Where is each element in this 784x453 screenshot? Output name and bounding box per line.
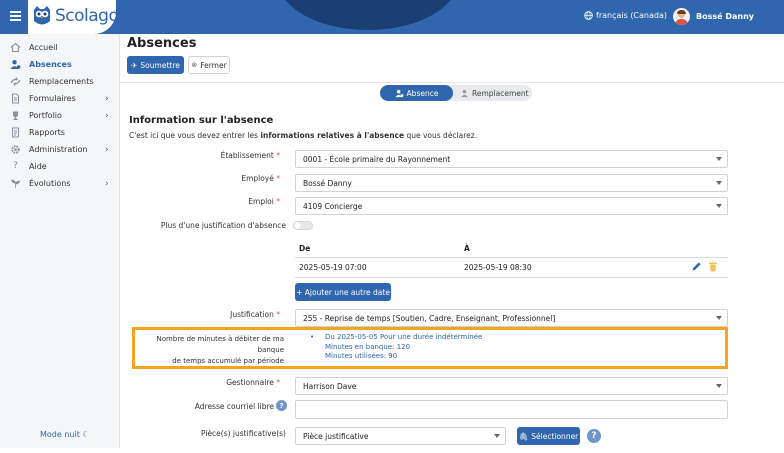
etablissement-label: Établissement * (220, 151, 280, 160)
pencil-icon[interactable] (691, 261, 702, 272)
multi-justification-toggle[interactable] (293, 221, 313, 230)
emploi-select[interactable]: 4109 Concierge (295, 197, 728, 215)
user-name: Bossé Danny (696, 12, 754, 21)
owl-logo-icon (34, 6, 50, 25)
bank-minutes: Minutes en banque: 120 (325, 342, 411, 351)
step-absence[interactable]: Absence (380, 85, 453, 101)
moon-icon: ☾ (82, 430, 90, 439)
paperclip-icon: 🖇 (518, 431, 529, 441)
header-decoration (278, 0, 458, 30)
avatar (673, 8, 690, 25)
pieces-label: Pièce(s) justificative(s) (201, 429, 286, 438)
gestionnaire-select[interactable]: Harrison Dave (295, 377, 728, 395)
trash-icon[interactable] (708, 261, 718, 272)
date-from-value: 2025-05-19 07:00 (299, 263, 367, 272)
justification-label: Justification * (230, 310, 280, 319)
trophy-icon (10, 110, 21, 121)
multi-justification-label: Plus d'une justification d'absence (160, 221, 286, 230)
date-to-header: À (464, 244, 470, 253)
employe-select[interactable]: Bossé Danny (295, 174, 728, 192)
chevron-right-icon: › (105, 110, 109, 121)
chevron-right-icon: › (105, 178, 109, 189)
help-icon[interactable]: ? (587, 429, 601, 443)
bank-label: Nombre de minutes à débiter de ma banque… (156, 335, 284, 365)
user-absence-icon (394, 89, 404, 97)
bank-details: Du 2025-05-05 Pour une durée indéterminé… (325, 333, 482, 362)
step-remplacement[interactable]: Remplacement (460, 85, 530, 101)
logo[interactable]: Scolago (28, 0, 119, 34)
menu-icon[interactable] (10, 11, 21, 21)
sidebar-item-administration[interactable]: Administration › (0, 141, 120, 158)
date-to-value: 2025-05-19 08:30 (464, 263, 532, 272)
caret-down-icon (716, 316, 722, 320)
home-icon (10, 42, 21, 53)
close-button[interactable]: ⊗ Fermer (188, 56, 230, 74)
close-circle-icon: ⊗ (191, 61, 198, 69)
globe-icon (584, 11, 593, 20)
sidebar-item-evolutions[interactable]: Évolutions › (0, 175, 120, 192)
question-icon: ? (13, 161, 18, 171)
page-title: Absences (127, 36, 197, 51)
bank-period: Du 2025-05-05 Pour une durée indéterminé… (325, 333, 483, 341)
bullet: • (310, 333, 315, 341)
gear-icon (10, 144, 21, 155)
caret-down-icon (716, 384, 722, 388)
caret-down-icon (716, 181, 722, 185)
gestionnaire-label: Gestionnaire * (226, 378, 280, 387)
night-mode-toggle[interactable]: Mode nuit ☾ (40, 430, 90, 439)
sidebar: Accueil Absences Remplacements Formulair… (0, 34, 120, 448)
caret-down-icon (716, 204, 722, 208)
justification-select[interactable]: 255 - Reprise de temps [Soutien, Cadre, … (295, 309, 728, 327)
language-selector[interactable]: français (Canada) (584, 11, 667, 20)
sidebar-item-remplacements[interactable]: Remplacements (0, 73, 120, 90)
file-icon (10, 93, 21, 104)
report-icon (10, 127, 21, 138)
sidebar-item-formulaires[interactable]: Formulaires › (0, 90, 120, 107)
sprout-icon (10, 178, 21, 189)
email-label: Adresse courriel libre (194, 402, 274, 411)
user-menu[interactable]: Bossé Danny (673, 8, 754, 25)
table-row-divider (295, 277, 728, 278)
sidebar-item-aide[interactable]: ? Aide (0, 158, 120, 175)
etablissement-select[interactable]: 0001 - École primaire du Rayonnement (295, 150, 728, 168)
stepper: Absence Remplacement (380, 85, 532, 101)
submit-button[interactable]: ✈ Soumettre (127, 56, 184, 74)
help-icon[interactable]: ? (276, 400, 287, 411)
section-title: Information sur l'absence (129, 115, 274, 126)
sidebar-item-absences[interactable]: Absences (0, 56, 120, 73)
chevron-right-icon: › (105, 93, 109, 104)
sidebar-item-rapports[interactable]: Rapports (0, 124, 120, 141)
employe-label: Employé * (241, 174, 280, 183)
chevron-right-icon: › (105, 144, 109, 155)
header-divider (120, 82, 784, 83)
top-bar: Scolago français (Canada) Bossé Danny (0, 0, 784, 34)
date-from-header: De (299, 244, 311, 253)
section-description: C'est ici que vous devez entrer les info… (129, 131, 478, 140)
table-header-divider (295, 257, 728, 258)
bank-used: Minutes utilisées: 90 (325, 352, 398, 360)
emploi-label: Emploi * (248, 197, 280, 206)
language-label: français (Canada) (596, 11, 667, 20)
add-date-button[interactable]: + Ajouter une autre date (295, 283, 391, 301)
sidebar-item-portfolio[interactable]: Portfolio › (0, 107, 120, 124)
user-absence-icon (10, 59, 21, 70)
caret-down-icon (494, 434, 500, 438)
exchange-icon (10, 76, 21, 87)
caret-down-icon (716, 157, 722, 161)
brand-name: Scolago (55, 6, 119, 26)
sidebar-item-accueil[interactable]: Accueil (0, 39, 120, 56)
email-input[interactable] (295, 400, 728, 419)
send-icon: ✈ (131, 60, 138, 70)
select-file-button[interactable]: 🖇 Sélectionner (517, 427, 580, 445)
pieces-select[interactable]: Pièce justificative (295, 427, 506, 445)
user-icon (461, 89, 468, 97)
